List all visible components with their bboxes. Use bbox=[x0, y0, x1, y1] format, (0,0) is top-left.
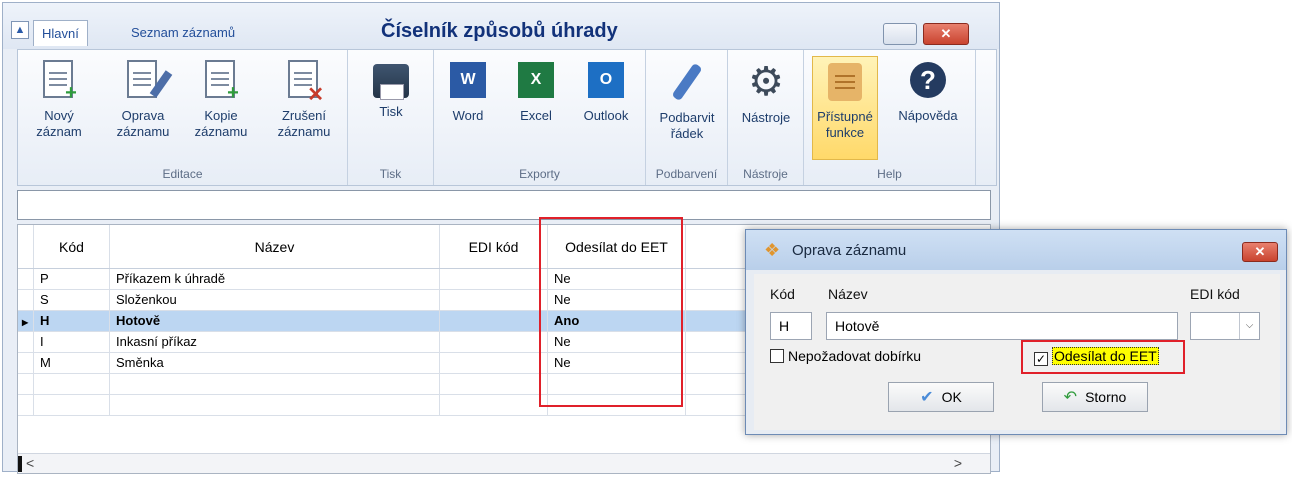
new-record-button[interactable]: + Nový záznam bbox=[28, 56, 90, 140]
ribbon-group-podbarveni: Podbarvit řádek Podbarvení bbox=[646, 50, 728, 185]
dialog-body: Kód Název EDI kód H Hotově ⌵ Nepožadovat… bbox=[754, 274, 1280, 430]
dialog-title-bar: ❖ Oprava záznamu ✕ bbox=[746, 230, 1286, 270]
edit-record-dialog: ❖ Oprava záznamu ✕ Kód Název EDI kód H H… bbox=[745, 229, 1287, 435]
column-header-edi[interactable]: EDI kód bbox=[440, 225, 548, 268]
ribbon-group-editace: + Nový záznam Oprava záznamu + Kopie záz… bbox=[18, 50, 348, 185]
group-label-exporty: Exporty bbox=[519, 167, 560, 181]
dialog-close-button[interactable]: ✕ bbox=[1242, 242, 1278, 262]
copy-record-icon: + bbox=[201, 60, 241, 103]
printer-icon bbox=[373, 64, 409, 100]
ribbon: + Nový záznam Oprava záznamu + Kopie záz… bbox=[17, 49, 997, 186]
tab-seznam-zaznamu[interactable]: Seznam záznamů bbox=[123, 20, 243, 46]
edit-record-button[interactable]: Oprava záznamu bbox=[108, 56, 178, 140]
export-outlook-button[interactable]: O Outlook bbox=[574, 56, 638, 124]
column-header-nazev[interactable]: Název bbox=[110, 225, 440, 268]
word-icon: W bbox=[450, 62, 486, 98]
print-button[interactable]: Tisk bbox=[358, 56, 424, 120]
highlight-box-eet-checkbox bbox=[1021, 340, 1185, 374]
close-button[interactable]: ✕ bbox=[923, 23, 969, 45]
scroll-left-icon[interactable]: < bbox=[26, 455, 34, 471]
help-icon: ? bbox=[910, 62, 946, 98]
accessible-functions-button[interactable]: Přístupné funkce bbox=[812, 56, 878, 160]
delete-record-icon: ✕ bbox=[284, 60, 324, 105]
excel-icon: X bbox=[518, 62, 554, 98]
checkmark-icon: ✔ bbox=[920, 389, 934, 406]
dialog-title-icon: ❖ bbox=[764, 240, 781, 260]
copy-record-button[interactable]: + Kopie záznamu bbox=[186, 56, 256, 140]
outlook-icon: O bbox=[588, 62, 624, 98]
storno-button[interactable]: ↶ Storno bbox=[1042, 382, 1148, 412]
edit-record-icon bbox=[123, 60, 173, 102]
filter-bar[interactable] bbox=[17, 190, 991, 220]
nazev-field[interactable]: Hotově bbox=[826, 312, 1178, 340]
label-kod: Kód bbox=[770, 286, 795, 302]
restore-button[interactable] bbox=[883, 23, 917, 45]
kod-field[interactable]: H bbox=[770, 312, 812, 340]
checkbox-box[interactable] bbox=[770, 349, 784, 363]
group-label-podbarveni: Podbarvení bbox=[655, 167, 718, 181]
gear-icon: ⚙ bbox=[748, 60, 784, 104]
undo-icon: ↶ bbox=[1063, 389, 1078, 406]
export-word-button[interactable]: W Word bbox=[442, 56, 494, 124]
group-label-nastroje: Nástroje bbox=[743, 167, 788, 181]
dialog-title: Oprava záznamu bbox=[792, 242, 907, 259]
label-edi: EDI kód bbox=[1190, 286, 1240, 302]
window-title: Číselník způsobů úhrady bbox=[381, 20, 618, 42]
brush-icon bbox=[671, 62, 703, 102]
quick-access-icon[interactable]: ▲ bbox=[11, 21, 29, 39]
scroll-icon bbox=[828, 63, 862, 101]
column-header-kod[interactable]: Kód bbox=[34, 225, 110, 268]
ribbon-group-tisk: Tisk Tisk bbox=[348, 50, 434, 185]
group-label-tisk: Tisk bbox=[379, 167, 402, 181]
highlight-box-eet-column bbox=[539, 217, 683, 407]
ok-button[interactable]: ✔ OK bbox=[888, 382, 994, 412]
delete-record-button[interactable]: ✕ Zrušení záznamu bbox=[268, 56, 340, 140]
group-label-help: Help bbox=[877, 167, 902, 181]
tools-button[interactable]: ⚙ Nástroje bbox=[732, 56, 800, 126]
scroll-right-icon[interactable]: > bbox=[954, 455, 962, 471]
ribbon-group-exporty: W Word X Excel O Outlook Exporty bbox=[434, 50, 646, 185]
export-excel-button[interactable]: X Excel bbox=[510, 56, 562, 124]
edi-combobox[interactable]: ⌵ bbox=[1190, 312, 1260, 340]
help-button[interactable]: ? Nápověda bbox=[890, 56, 966, 124]
tab-hlavni[interactable]: Hlavní bbox=[33, 20, 88, 46]
ribbon-group-nastroje: ⚙ Nástroje Nástroje bbox=[728, 50, 804, 185]
chevron-down-icon[interactable]: ⌵ bbox=[1239, 313, 1259, 339]
label-nazev: Název bbox=[828, 286, 868, 302]
new-record-icon: + bbox=[39, 60, 79, 103]
row-pointer-icon bbox=[18, 311, 34, 331]
group-label-editace: Editace bbox=[162, 167, 203, 181]
ribbon-group-help: Přístupné funkce ? Nápověda Help bbox=[804, 50, 976, 185]
horizontal-scrollbar[interactable]: < > bbox=[18, 453, 990, 473]
checkbox-nepozadovat-dobirku[interactable]: Nepožadovat dobírku bbox=[770, 348, 921, 364]
title-bar: ▲ Hlavní Seznam záznamů Číselník způsobů… bbox=[3, 3, 999, 49]
row-color-button[interactable]: Podbarvit řádek bbox=[650, 56, 724, 142]
